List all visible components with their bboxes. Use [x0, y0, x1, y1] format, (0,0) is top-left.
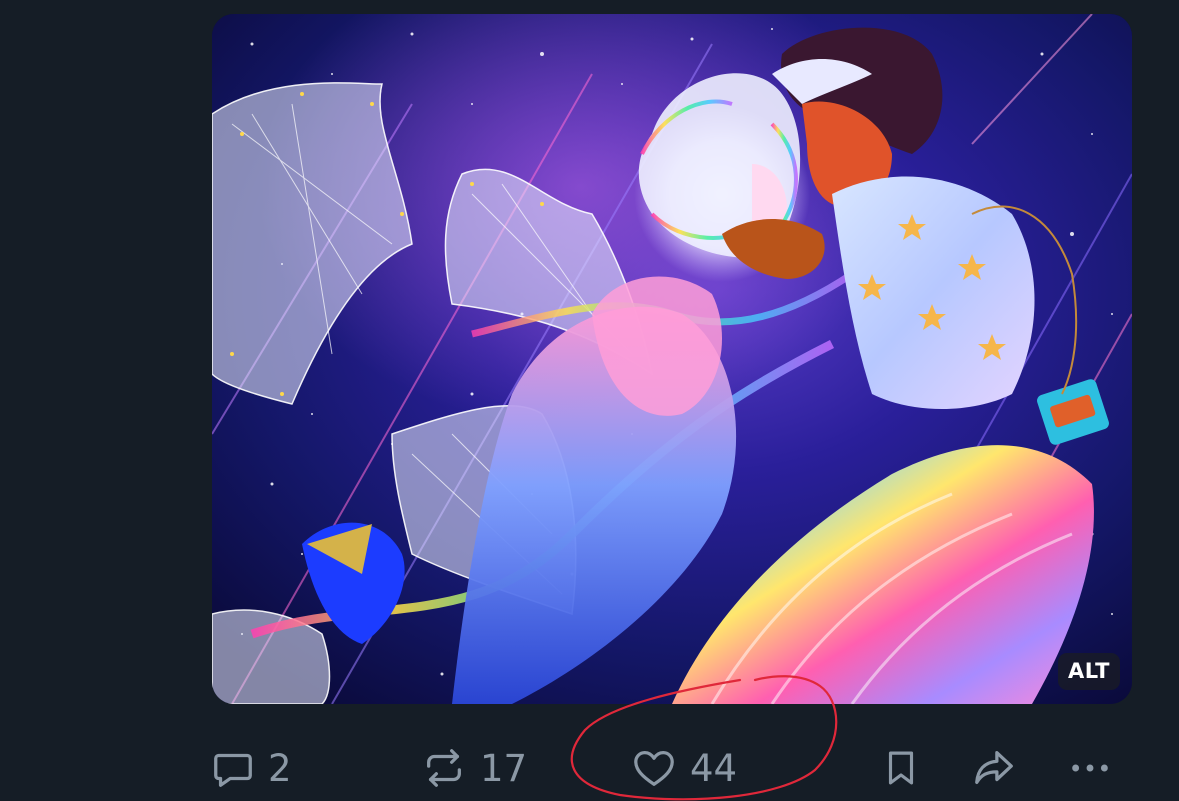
like-count: 44: [690, 746, 738, 790]
post-media[interactable]: ALT: [212, 14, 1132, 704]
bookmark-button[interactable]: [880, 738, 922, 798]
share-icon: [975, 751, 1013, 785]
reply-icon: [214, 753, 252, 787]
more-icon: [1072, 764, 1108, 772]
reply-count: 2: [268, 746, 292, 790]
bookmark-icon: [888, 751, 914, 785]
reply-button[interactable]: 2: [210, 738, 292, 798]
like-button[interactable]: 44: [630, 738, 737, 798]
like-icon: [634, 751, 674, 786]
share-button[interactable]: [968, 738, 1020, 798]
repost-icon: [427, 749, 461, 787]
post-action-bar: 2 17 44: [0, 738, 1179, 798]
space-illustration-image: [212, 14, 1132, 704]
repost-button[interactable]: 17: [420, 738, 527, 798]
alt-text-badge[interactable]: ALT: [1058, 653, 1120, 690]
repost-count: 17: [480, 746, 528, 790]
more-options-button[interactable]: [1066, 738, 1114, 798]
